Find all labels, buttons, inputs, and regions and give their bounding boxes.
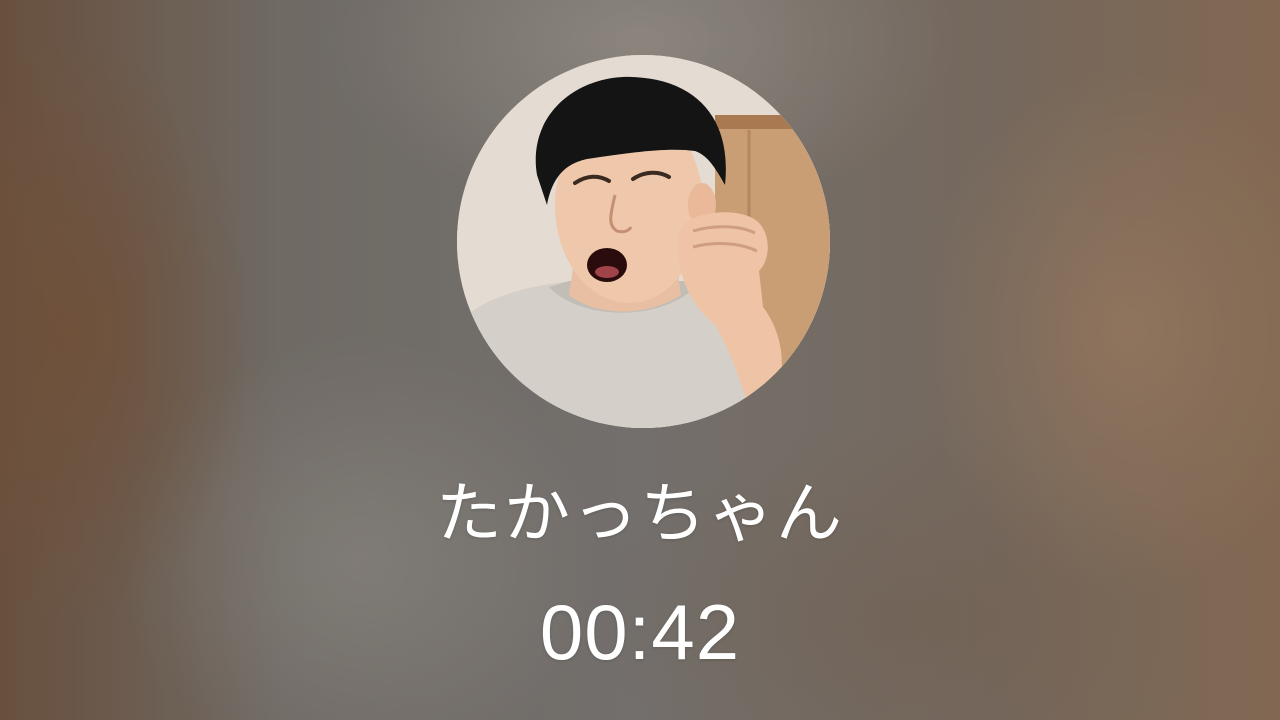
- call-screen: たかっちゃん 00:42: [0, 0, 1280, 720]
- call-timer: 00:42: [539, 588, 741, 676]
- caller-avatar: [457, 55, 830, 428]
- caller-name: たかっちゃん: [436, 475, 844, 552]
- caller-photo-icon: [457, 55, 830, 428]
